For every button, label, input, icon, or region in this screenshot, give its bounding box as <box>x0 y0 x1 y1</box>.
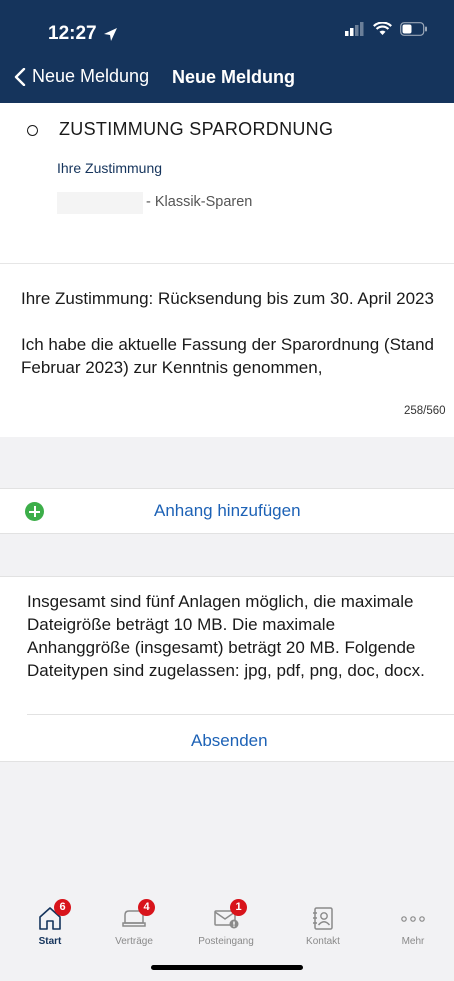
tab-kontakt[interactable]: Kontakt <box>283 905 363 947</box>
home-icon: 6 <box>37 899 71 931</box>
send-button[interactable]: Absenden <box>191 731 268 751</box>
battery-icon <box>400 22 427 36</box>
status-indicators <box>345 22 428 36</box>
character-counter: 258/560 <box>404 405 446 417</box>
location-arrow-icon <box>103 27 117 41</box>
chevron-left-icon <box>14 67 26 86</box>
back-button-label: Neue Meldung <box>32 66 150 86</box>
message-line-2: Ich habe die aktuelle Fassung der Sparor… <box>21 335 434 377</box>
contact-book-icon <box>310 905 336 931</box>
tab-vertraege[interactable]: 4 Verträge <box>94 899 174 947</box>
section-title: ZUSTIMMUNG SPARORDNUNG <box>59 119 334 139</box>
mail-icon: 1 <box>213 899 247 931</box>
tab-start[interactable]: 6 Start <box>10 899 90 947</box>
add-circle-icon[interactable] <box>25 502 44 521</box>
home-indicator <box>151 965 303 970</box>
wifi-icon <box>373 22 392 35</box>
tab-label-mehr: Mehr <box>401 936 425 947</box>
tab-mehr[interactable]: Mehr <box>373 905 453 947</box>
status-time-text: 12:27 <box>48 23 97 44</box>
message-text: Ihre Zustimmung: Rücksendung bis zum 30.… <box>21 287 441 402</box>
tab-label-posteingang: Posteingang <box>198 936 254 947</box>
more-icon <box>400 905 426 931</box>
tab-badge-start: 6 <box>54 899 71 916</box>
tab-badge-posteingang: 1 <box>230 899 247 916</box>
status-time: 12:27 <box>48 23 118 45</box>
tab-label-start: Start <box>38 936 62 947</box>
cellular-signal-icon <box>345 22 364 36</box>
masked-account-number <box>57 192 143 214</box>
tab-label-kontakt: Kontakt <box>306 936 340 947</box>
add-attachment-button[interactable]: Anhang hinzufügen <box>154 501 301 521</box>
tab-label-vertraege: Verträge <box>115 936 153 947</box>
consent-sub-label: Ihre Zustimmung <box>57 160 163 176</box>
product-name: - Klassik-Sparen <box>146 194 253 210</box>
page-title: Neue Meldung <box>172 67 296 87</box>
tab-badge-vertraege: 4 <box>138 899 155 916</box>
message-line-1: Ihre Zustimmung: Rücksendung bis zum 30.… <box>21 289 434 308</box>
radio-button[interactable] <box>27 125 38 136</box>
contracts-icon: 4 <box>121 899 155 931</box>
back-button[interactable]: Neue Meldung <box>14 66 149 87</box>
tab-posteingang[interactable]: 1 Posteingang <box>186 899 266 947</box>
app-header: 12:27 Neue Meldung Neue Meldung <box>0 0 454 103</box>
attachment-info-text: Insgesamt sind fünf Anlagen möglich, die… <box>27 592 425 680</box>
divider <box>27 714 454 715</box>
